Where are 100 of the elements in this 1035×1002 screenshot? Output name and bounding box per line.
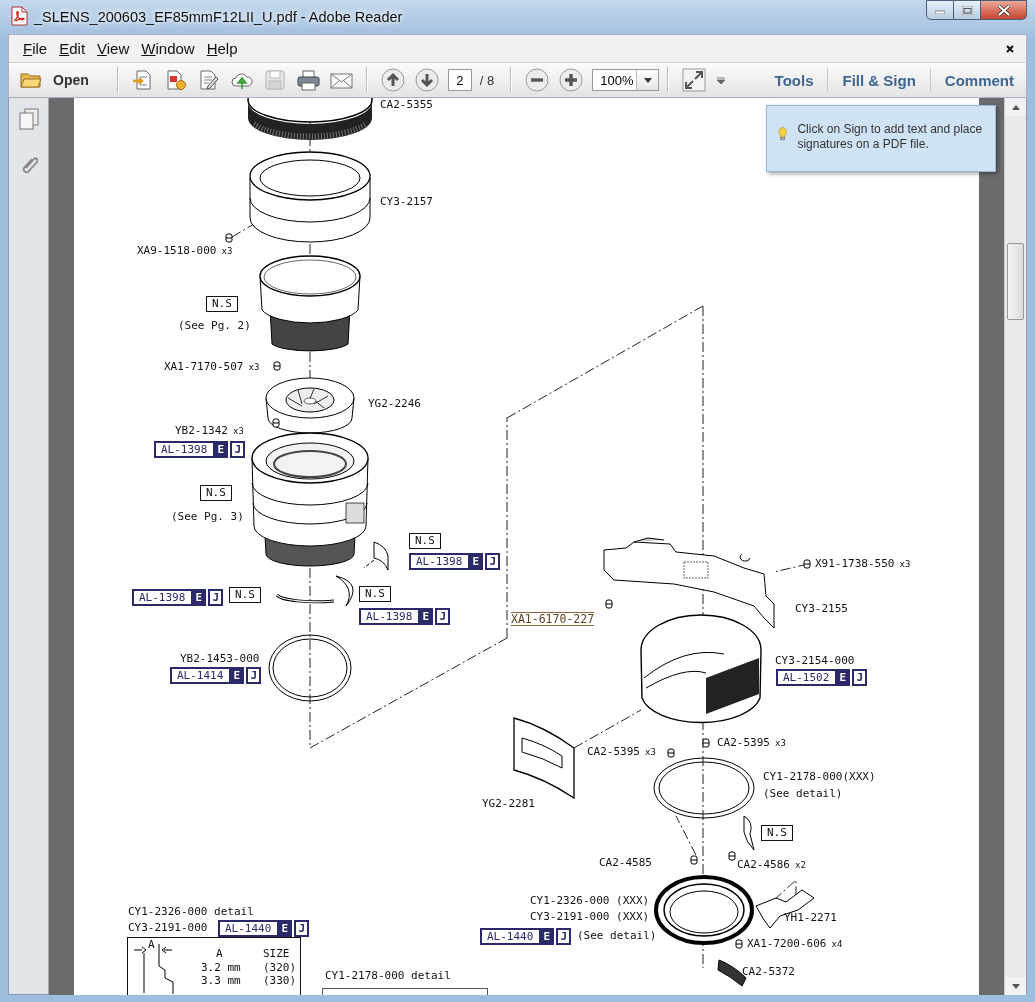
quantity-label: x3 — [775, 737, 786, 748]
screw-drawing — [272, 418, 280, 428]
part-number: CY3-2155 — [795, 602, 848, 615]
part-number: CA2-4586 — [737, 858, 790, 871]
column-header: SIZE — [263, 947, 290, 960]
open-button[interactable]: Open — [20, 71, 89, 89]
guide-line — [573, 709, 642, 749]
close-icon[interactable] — [1006, 44, 1014, 53]
tooltip-text: Click on Sign to add text and place signatures on a PDF file. — [797, 122, 984, 153]
language-badge: J — [246, 667, 262, 684]
part-number: CA2-5372 — [742, 965, 795, 978]
menu-item[interactable]: Help — [200, 40, 244, 57]
quantity-label: x3 — [248, 361, 260, 372]
close-icon — [997, 4, 1010, 16]
quantity-label: x3 — [221, 245, 233, 256]
quantity-label: x3 — [645, 746, 656, 757]
close-button[interactable] — [981, 0, 1027, 20]
table-cell: (320) — [263, 961, 297, 974]
reference-code-tag: AL-1440 — [480, 928, 542, 945]
crescent-piece-drawing — [335, 575, 354, 607]
language-badge: J — [485, 553, 501, 570]
part-number: CY1-2326-000 (XXX) — [530, 894, 650, 907]
table-cell: 3.3 mm — [201, 974, 241, 987]
part-number: CY3-2157 — [380, 195, 433, 208]
reference-code-tag: AL-1440 — [218, 920, 280, 937]
part-number: XA9-1518-000 — [137, 244, 217, 257]
reference-code-tag: AL-1398 — [409, 553, 471, 570]
note-text: (See detail) — [763, 787, 843, 800]
menu-item[interactable]: Edit — [53, 40, 92, 57]
language-badge: J — [230, 441, 246, 458]
table-cell: (330) — [263, 974, 297, 987]
maximize-icon — [961, 5, 973, 15]
arc-spring-drawing — [276, 593, 335, 604]
menu-item[interactable]: View — [91, 40, 136, 57]
menu-item[interactable]: File — [17, 40, 54, 57]
detail-heading: CY1-2178-000 detail — [325, 969, 451, 982]
caret-down-icon[interactable] — [1011, 983, 1020, 989]
not-supplied-tag: N.S — [761, 825, 793, 841]
language-badge: E — [229, 667, 245, 684]
scrollbar[interactable] — [1004, 98, 1026, 995]
menu-item[interactable]: Window — [135, 40, 201, 57]
maximize-button[interactable] — [954, 0, 981, 20]
reference-code-tag: AL-1398 — [154, 441, 216, 458]
caret-up-icon[interactable] — [1011, 104, 1020, 110]
pages-icon[interactable] — [18, 108, 39, 130]
part-number: X91-1738-550 — [815, 557, 895, 570]
zoom-in-icon[interactable] — [559, 68, 584, 92]
table-cell: 3.2 mm — [201, 961, 241, 974]
quantity-label: x4 — [831, 938, 843, 949]
caret-icon — [643, 77, 652, 83]
part-number: YG2-2246 — [368, 397, 421, 410]
part-number: CA2-5395 — [717, 736, 770, 749]
part-number: YG2-2281 — [482, 797, 535, 810]
reference-code-tag: AL-1398 — [359, 608, 421, 625]
folder-icon — [20, 71, 42, 89]
caret-icon[interactable] — [716, 76, 727, 84]
part-number: YH1-2271 — [784, 911, 837, 924]
document-pencil-icon[interactable] — [197, 69, 221, 91]
reference-code-tag: AL-1414 — [170, 667, 232, 684]
part-number: CA2-4585 — [599, 856, 652, 869]
dimension-label: A — [148, 938, 155, 951]
print-icon[interactable] — [296, 69, 320, 91]
page-number-field[interactable]: 2 — [447, 69, 472, 91]
panel-button[interactable]: Tools — [760, 71, 828, 89]
part-number: CY1-2178-000(XXX) — [763, 770, 876, 783]
language-badge: J — [294, 920, 310, 937]
part-number: CY3-2191-000 — [128, 921, 208, 934]
screw-drawing — [225, 233, 233, 243]
screw-drawing — [728, 851, 736, 861]
note-text: (See Pg. 2) — [178, 319, 251, 332]
arrow-down-icon[interactable] — [414, 68, 439, 92]
language-badge: J — [556, 928, 572, 945]
language-badge: E — [468, 553, 484, 570]
not-supplied-tag: N.S — [359, 586, 391, 602]
language-badge: J — [435, 608, 451, 625]
zoom-dropdown[interactable]: 100% — [592, 69, 660, 91]
language-badge: E — [191, 589, 207, 606]
expand-icon[interactable] — [682, 68, 707, 92]
part-number: CY3-2191-000 (XXX) — [530, 910, 650, 923]
arrow-up-icon[interactable] — [380, 68, 405, 92]
quantity-label: x3 — [233, 425, 244, 436]
language-badge: E — [277, 920, 293, 937]
panel-button[interactable]: Comment — [930, 71, 1026, 89]
document-gear-icon[interactable] — [164, 69, 188, 91]
pdf-file-icon — [10, 6, 28, 26]
note-text: (See detail) — [577, 929, 657, 942]
part-number: XA1-7200-606 — [747, 937, 827, 950]
scrollbar-thumb[interactable] — [1007, 243, 1024, 320]
minimize-button[interactable] — [926, 0, 954, 20]
small-spring-drawing — [743, 815, 755, 851]
panel-button[interactable]: Fill & Sign — [828, 71, 930, 89]
column-header: A — [216, 947, 223, 960]
not-supplied-tag: N.S — [409, 533, 441, 549]
note-text: (See Pg. 3) — [171, 510, 244, 523]
zoom-out-icon[interactable] — [525, 68, 550, 92]
guide-line — [675, 815, 697, 856]
struck-part-number: XA1-6170-227 — [511, 612, 595, 626]
language-badge: E — [213, 441, 229, 458]
window-title: _SLENS_200603_EF85mmF12LII_U.pdf - Adobe Reader — [34, 9, 404, 25]
quantity-label: x2 — [795, 859, 806, 870]
